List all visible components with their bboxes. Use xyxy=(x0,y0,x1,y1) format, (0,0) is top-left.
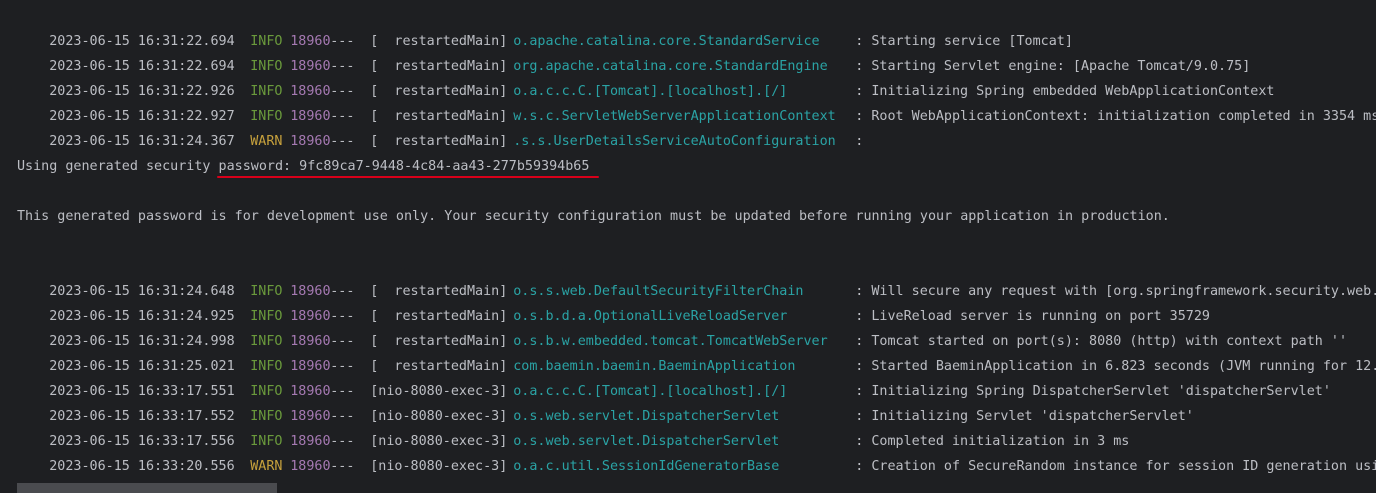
log-line: 2023-06-15 16:31:22.694 INFO 18960---[ res… xyxy=(17,4,1073,49)
log-line: 2023-06-15 16:33:20.556 WARN 18960--- [nio-… xyxy=(17,429,1376,474)
log-separator: --- xyxy=(330,459,355,474)
log-line: 2023-06-15 16:31:24.925 INFO 18960---[ res… xyxy=(17,279,1210,324)
horizontal-scrollbar-thumb[interactable] xyxy=(17,483,277,493)
log-line: 2023-06-15 16:33:17.551 INFO 18960--- [nio-… xyxy=(17,354,1331,399)
log-message: : Creation of SecureRandom instance for … xyxy=(855,459,1376,474)
log-thread: [ restartedMain] xyxy=(370,134,508,149)
log-line: 2023-06-15 16:33:17.552 INFO 18960--- [nio-… xyxy=(17,379,1194,424)
log-level: WARN xyxy=(250,459,283,474)
log-timestamp: 2023-06-15 16:33:20.556 xyxy=(49,459,235,474)
console-output: 2023-06-15 16:31:22.694 INFO 18960---[ res… xyxy=(0,0,1376,493)
log-line: 2023-06-15 16:31:25.021 INFO 18960---[ res… xyxy=(17,329,1376,374)
log-timestamp: 2023-06-15 16:31:24.367 xyxy=(49,134,235,149)
log-line: 2023-06-15 16:31:22.694 INFO 18960---[ res… xyxy=(17,29,1250,74)
log-pid: 18960 xyxy=(290,459,331,474)
log-line: 2023-06-15 16:31:22.926 INFO 18960---[ res… xyxy=(17,54,1274,99)
log-separator: --- xyxy=(330,134,355,149)
development-warning-line: This generated password is for developme… xyxy=(17,209,1170,224)
log-message: : xyxy=(855,134,864,149)
log-logger: o.a.c.util.SessionIdGeneratorBase xyxy=(513,459,780,474)
log-line: 2023-06-15 16:31:24.367 WARN 18960--- [ res… xyxy=(17,104,863,149)
log-line: 2023-06-15 16:31:24.648 INFO 18960---[ res… xyxy=(17,254,1376,299)
log-line: 2023-06-15 16:31:24.998 INFO 18960---[ res… xyxy=(17,304,1347,349)
log-level: WARN xyxy=(250,134,283,149)
log-message: : Root WebApplicationContext: initializa… xyxy=(855,109,1376,124)
log-thread: [nio-8080-exec-3] xyxy=(370,459,508,474)
log-line: 2023-06-15 16:31:22.927 INFO 18960---[ res… xyxy=(17,79,1376,124)
log-logger: .s.s.UserDetailsServiceAutoConfiguration xyxy=(513,134,836,149)
log-pid: 18960 xyxy=(290,134,331,149)
log-line: 2023-06-15 16:33:17.556 INFO 18960--- [nio-… xyxy=(17,404,1129,449)
password-highlight-underline xyxy=(217,176,599,178)
